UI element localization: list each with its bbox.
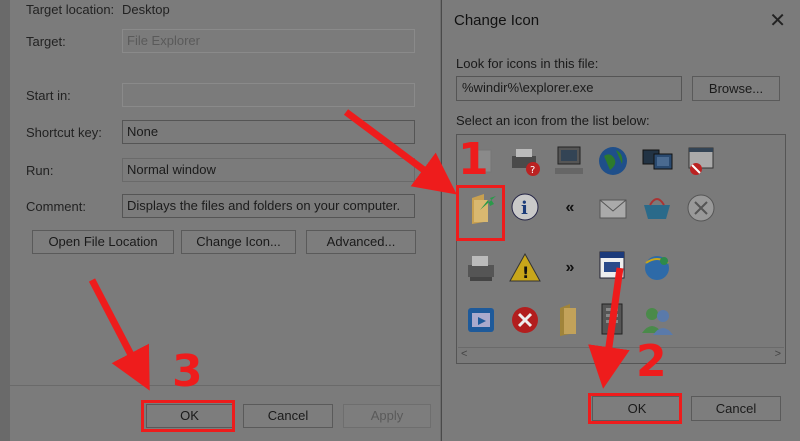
envelope-icon[interactable] — [592, 187, 636, 229]
look-for-icons-label: Look for icons in this file: — [456, 56, 599, 71]
dialog-title: Change Icon — [454, 12, 540, 29]
globe-icon[interactable] — [592, 140, 636, 182]
horizontal-scrollbar[interactable]: < > — [458, 347, 784, 362]
ie-globe-icon[interactable] — [636, 247, 680, 289]
svg-text:!: ! — [522, 263, 529, 282]
dialog-ok-highlight — [588, 393, 682, 424]
step-number-2: 2 — [636, 336, 667, 387]
target-location-label: Target location: — [26, 2, 115, 17]
info-icon[interactable]: i — [504, 187, 548, 229]
shortcut-properties-dialog: Target location: Desktop Target: File Ex… — [0, 0, 440, 441]
start-in-field[interactable] — [122, 83, 415, 107]
shortcut-key-field[interactable]: None — [122, 120, 415, 144]
target-field[interactable]: File Explorer — [122, 29, 415, 53]
change-icon-cancel-button[interactable]: Cancel — [691, 396, 781, 421]
basket-icon[interactable] — [636, 187, 680, 229]
double-right-icon[interactable]: » — [548, 247, 592, 289]
change-icon-button[interactable]: Change Icon... — [181, 230, 296, 254]
icon-list[interactable]: ? i « ! » < > — [456, 134, 786, 364]
scroll-right-icon[interactable]: > — [775, 348, 781, 360]
users-icon[interactable] — [636, 299, 680, 341]
start-in-label: Start in: — [26, 88, 71, 103]
comment-label: Comment: — [26, 199, 86, 214]
dialog-left-edge — [0, 0, 10, 441]
browse-button[interactable]: Browse... — [692, 76, 780, 101]
blue-window-icon[interactable] — [460, 299, 504, 341]
warning-icon[interactable]: ! — [504, 247, 548, 289]
close-icon[interactable]: ✕ — [769, 8, 786, 33]
properties-ok-highlight — [141, 400, 235, 432]
target-location-value: Desktop — [122, 2, 170, 17]
run-select[interactable]: Normal window — [122, 158, 415, 182]
properties-apply-button[interactable]: Apply — [343, 404, 431, 428]
blocked-window-icon[interactable] — [680, 140, 724, 182]
fax-icon[interactable] — [460, 247, 504, 289]
shortcut-key-label: Shortcut key: — [26, 125, 102, 140]
double-left-icon[interactable]: « — [548, 187, 592, 229]
scroll-left-icon[interactable]: < — [461, 348, 467, 360]
target-label: Target: — [26, 34, 66, 49]
red-x-icon[interactable] — [504, 299, 548, 341]
computer-icon[interactable] — [548, 140, 592, 182]
open-file-location-button[interactable]: Open File Location — [32, 230, 174, 254]
run-select-value: Normal window — [127, 162, 216, 177]
advanced-button[interactable]: Advanced... — [306, 230, 416, 254]
document-window-icon[interactable] — [592, 247, 636, 289]
server-icon[interactable] — [592, 299, 636, 341]
circle-x-icon[interactable] — [680, 187, 724, 229]
step-number-3: 3 — [172, 346, 203, 397]
icon-file-path-input[interactable]: %windir%\explorer.exe — [456, 76, 682, 101]
svg-text:i: i — [521, 198, 528, 219]
selected-icon-highlight — [456, 185, 505, 241]
folder-open-icon[interactable] — [548, 299, 592, 341]
svg-text:?: ? — [530, 165, 535, 176]
comment-field[interactable]: Displays the files and folders on your c… — [122, 194, 415, 218]
printer-help-icon[interactable]: ? — [504, 140, 548, 182]
run-label: Run: — [26, 163, 54, 178]
monitors-icon[interactable] — [636, 140, 680, 182]
separator — [10, 385, 440, 386]
select-icon-label: Select an icon from the list below: — [456, 113, 650, 128]
step-number-1: 1 — [458, 134, 489, 185]
properties-cancel-button[interactable]: Cancel — [243, 404, 333, 428]
